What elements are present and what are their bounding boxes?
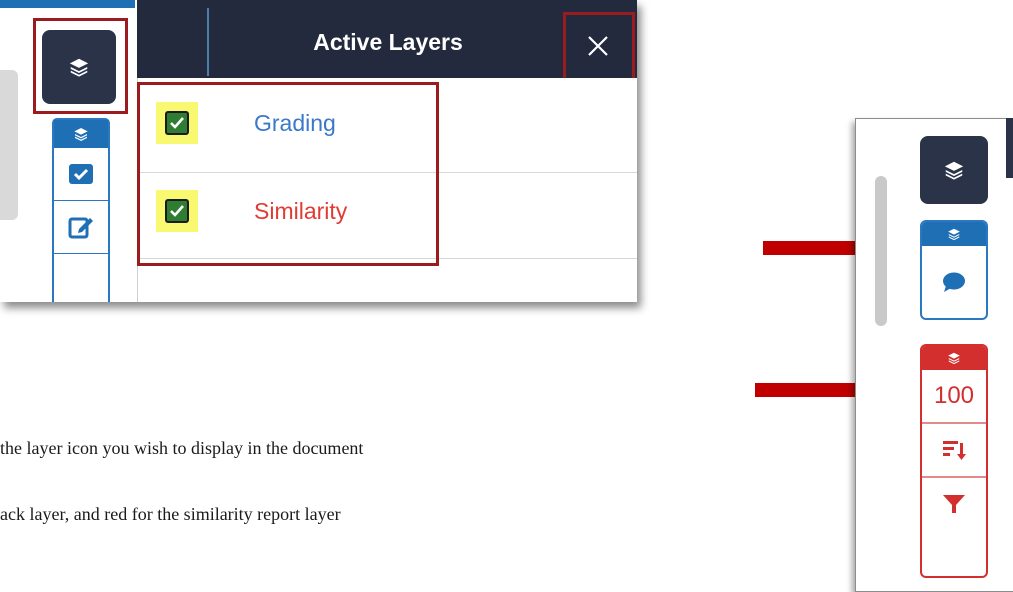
layer-toolbar-header[interactable] <box>54 120 108 148</box>
layers-button[interactable] <box>920 136 988 204</box>
panel-title: Active Layers <box>207 8 567 76</box>
similarity-layer-group: 100 <box>920 344 988 578</box>
layer-toolbar-edit-tool[interactable] <box>54 201 108 254</box>
comment-tool[interactable] <box>922 246 986 318</box>
comment-icon <box>943 272 965 292</box>
instruction-line-2: ack layer, and red for the similarity re… <box>0 504 341 524</box>
layers-list-highlight <box>137 82 439 266</box>
sort-icon <box>943 441 966 460</box>
scrollbar[interactable] <box>0 70 18 220</box>
layers-icon <box>944 161 964 180</box>
close-button-highlight <box>563 12 635 82</box>
layer-toolbar-checkbox-tool[interactable] <box>54 148 108 201</box>
checkbox-icon <box>69 164 93 184</box>
similarity-layer-header[interactable] <box>922 346 986 370</box>
filter-tool[interactable] <box>922 478 986 530</box>
layer-toolbar <box>52 118 110 302</box>
toolbar-edge <box>1006 118 1013 178</box>
feedback-layer-group <box>920 220 988 320</box>
similarity-score-button[interactable]: 100 <box>922 370 986 422</box>
feedback-layer-header[interactable] <box>922 222 986 246</box>
active-layers-screenshot: Active Layers Grading Similarity <box>0 0 637 302</box>
layers-button-highlight <box>33 18 128 114</box>
layers-icon <box>948 352 960 365</box>
edit-icon <box>68 217 93 239</box>
layers-icon <box>74 128 88 141</box>
layers-icon <box>948 228 960 241</box>
instruction-line-1: the layer icon you wish to display in th… <box>0 438 364 458</box>
sort-tool[interactable] <box>922 424 986 476</box>
similarity-score: 100 <box>933 382 975 409</box>
scrollbar[interactable] <box>875 176 887 326</box>
top-accent-bar <box>0 0 135 8</box>
filter-icon <box>943 495 965 513</box>
